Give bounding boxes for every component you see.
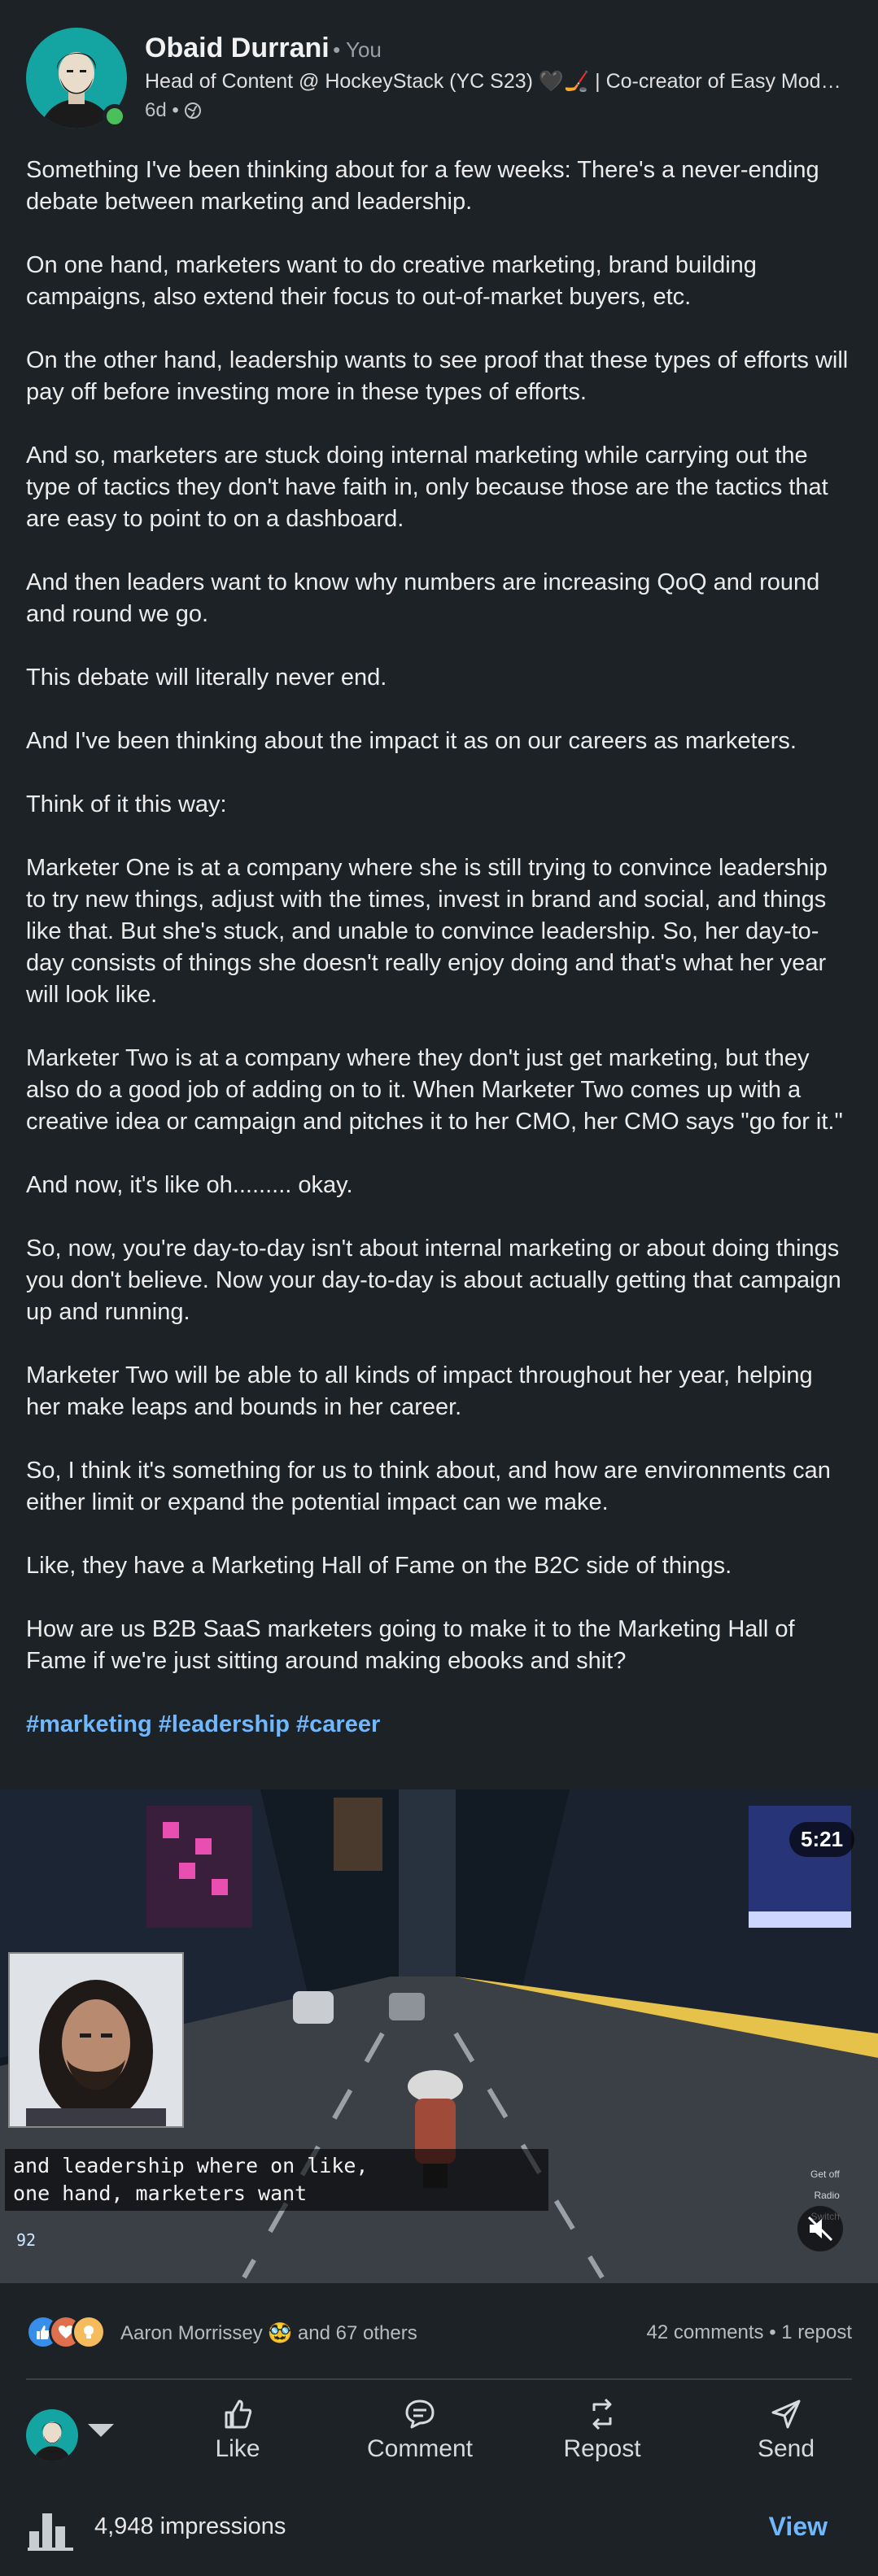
repost-icon <box>592 2398 612 2430</box>
post-paragraph: And so, marketers are stuck doing intern… <box>26 442 828 532</box>
reaction-icons[interactable] <box>26 2315 116 2351</box>
send-icon <box>771 2399 801 2429</box>
like-label: Like <box>215 2435 260 2462</box>
thumbs-up-icon <box>225 2399 252 2429</box>
post-paragraph: This debate will literally never end. <box>26 665 387 691</box>
post-paragraph: So, I think it's something for us to thi… <box>26 1458 831 1515</box>
repost-label: Repost <box>563 2435 641 2462</box>
hud-menu-item: Radio <box>814 2190 840 2201</box>
post-text: Something I've been thinking about for a… <box>26 155 852 1772</box>
post-paragraph: Something I've been thinking about for a… <box>26 157 819 215</box>
action-bar: Like Comment Repost Send <box>0 2385 878 2482</box>
hud-menu-item: Get off <box>810 2168 840 2180</box>
chevron-down-icon[interactable] <box>88 2424 114 2437</box>
post-paragraph: And now, it's like oh......... okay. <box>26 1172 353 1198</box>
comment-label: Comment <box>366 2435 474 2462</box>
insightful-reaction-icon <box>72 2315 106 2349</box>
comments-reposts-count[interactable]: 42 comments • 1 repost <box>646 2321 852 2344</box>
impressions-count: 4,948 impressions <box>94 2513 286 2539</box>
send-label: Send <box>757 2435 815 2462</box>
post-paragraph: Marketer One is at a company where she i… <box>26 855 828 1008</box>
author-name[interactable]: Obaid Durrani <box>145 33 330 63</box>
post-paragraph: How are us B2B SaaS marketers going to m… <box>26 1616 795 1674</box>
view-analytics-link[interactable]: View <box>769 2512 828 2542</box>
post-paragraph: And then leaders want to know why number… <box>26 569 820 627</box>
video-caption: and leadership where on like, one hand, … <box>5 2149 548 2211</box>
repost-button[interactable]: Repost <box>529 2396 675 2478</box>
globe-icon <box>184 102 201 119</box>
social-counts: Aaron Morrissey 🥸 and 67 others 42 comme… <box>26 2310 852 2356</box>
post-paragraph: On the other hand, leadership wants to s… <box>26 347 849 405</box>
send-button[interactable]: Send <box>713 2396 859 2478</box>
author-headline: Head of Content @ HockeyStack (YC S23) 🖤… <box>145 70 852 93</box>
author-name-row: Obaid Durrani • You <box>145 33 382 64</box>
post-paragraph: And I've been thinking about the impact … <box>26 728 797 754</box>
post-header: Obaid Durrani • You Head of Content @ Ho… <box>26 28 852 133</box>
comment-button[interactable]: Comment <box>347 2396 493 2478</box>
video-player[interactable]: 5:21 and leadership where on like, one h… <box>0 1789 878 2283</box>
divider <box>26 2378 852 2380</box>
post-paragraph: On one hand, marketers want to do creati… <box>26 252 757 310</box>
post-meta: 6d • <box>145 99 202 122</box>
reactions-summary[interactable]: Aaron Morrissey 🥸 and 67 others <box>120 2321 417 2345</box>
webcam-overlay <box>8 1952 184 2128</box>
post-time: 6d • <box>145 99 179 121</box>
actor-avatar[interactable] <box>26 2409 78 2461</box>
post-paragraph: Think of it this way: <box>26 791 227 817</box>
post-paragraph: So, now, you're day-to-day isn't about i… <box>26 1236 841 1325</box>
video-duration: 5:21 <box>789 1822 855 1857</box>
impressions-row: 4,948 impressions View <box>0 2497 878 2562</box>
comment-icon <box>405 2399 435 2429</box>
hashtags[interactable]: #marketing #leadership #career <box>26 1709 852 1741</box>
post-paragraph: Like, they have a Marketing Hall of Fame… <box>26 1553 732 1579</box>
post-paragraph: Marketer Two will be able to all kinds o… <box>26 1362 813 1420</box>
hud-readout: 92 <box>16 2230 37 2250</box>
post-paragraph: Marketer Two is at a company where they … <box>26 1045 843 1135</box>
speaker-muted-icon <box>807 2216 833 2242</box>
like-button[interactable]: Like <box>164 2396 311 2478</box>
online-status-dot <box>103 104 127 129</box>
mute-button[interactable] <box>797 2206 843 2251</box>
you-label: • You <box>333 37 382 62</box>
analytics-bar-icon <box>28 2513 73 2551</box>
